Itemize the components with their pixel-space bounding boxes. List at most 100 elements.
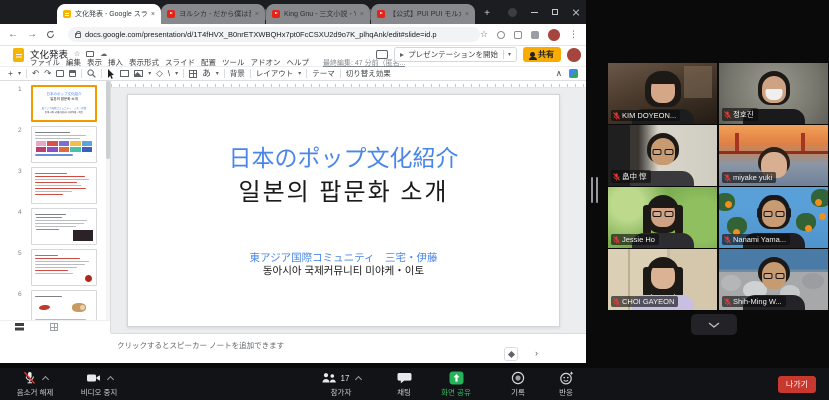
slide-thumbnail-2[interactable] (31, 126, 97, 163)
redo-button[interactable] (44, 69, 51, 78)
address-bar[interactable]: docs.google.com/presentation/d/1T4fHVX_B… (68, 27, 480, 42)
collapse-toolbar-icon[interactable] (556, 69, 562, 78)
print-button[interactable] (56, 70, 64, 77)
extension-icon[interactable] (497, 31, 505, 39)
google-slides-logo-icon[interactable] (13, 48, 24, 62)
undo-button[interactable] (32, 69, 39, 78)
tab-youtube-3[interactable]: 【公式】PUI PUI モルカー 第1話 × (371, 4, 475, 24)
account-avatar[interactable] (567, 48, 581, 62)
insert-shape-button[interactable] (156, 69, 163, 78)
chevron-up-icon[interactable] (355, 376, 362, 383)
participant-tile[interactable]: KIM DOYEON... (608, 63, 717, 124)
slide-thumbnail-4[interactable] (31, 208, 97, 245)
menu-file[interactable]: ファイル (30, 57, 60, 68)
slide-byline-korean[interactable]: 동아시아 국제커뮤니티 미야케・이토 (128, 263, 559, 278)
panel-resize-handle[interactable] (596, 177, 598, 203)
chevron-down-icon[interactable] (508, 51, 511, 58)
layout-chevron-icon[interactable] (298, 70, 301, 77)
participant-tile[interactable]: Shih-Ming W... (719, 249, 828, 310)
menu-view[interactable]: 表示 (87, 57, 102, 68)
text-box-button[interactable] (120, 70, 129, 77)
menu-insert[interactable]: 挿入 (108, 57, 123, 68)
present-display-icon[interactable] (376, 50, 388, 59)
menu-slide[interactable]: スライド (165, 57, 195, 68)
tab-youtube-1[interactable]: ヨルシカ - だから僕は音楽を辞めた × (161, 4, 265, 24)
background-button[interactable]: 背景 (230, 68, 245, 79)
filmstrip-scrollbar[interactable] (106, 81, 110, 333)
participant-tile[interactable]: 정호진 (719, 63, 828, 124)
extension-icon[interactable] (514, 31, 522, 39)
current-slide[interactable]: 日本のポップ文化紹介 일본의 팝문화 소개 東アジア国際コミュニティ 三宅・伊藤… (127, 94, 560, 327)
chevron-right-icon[interactable] (535, 348, 538, 358)
forward-button[interactable] (27, 29, 37, 40)
select-cursor-icon[interactable] (107, 69, 115, 79)
text-style-chevron-icon[interactable] (216, 70, 219, 77)
stop-video-button[interactable]: 비디오 중지 (70, 371, 128, 398)
maximize-button[interactable] (552, 9, 558, 15)
share-button[interactable]: 共有 (523, 47, 561, 62)
close-window-button[interactable] (572, 8, 580, 16)
slide-thumbnail-3[interactable] (31, 167, 97, 204)
slide-thumbnail-1-selected[interactable]: 日本のポップ文化紹介 일본의 팝문화 소개 東アジア国際コミュニティ 三宅・伊藤… (31, 85, 97, 122)
image-chevron-icon[interactable] (148, 70, 151, 77)
side-panel-icon[interactable] (569, 69, 578, 78)
theme-button[interactable]: テーマ (312, 68, 335, 79)
slide-title-korean[interactable]: 일본의 팝문화 소개 (128, 172, 559, 207)
record-button[interactable]: 기록 (498, 371, 538, 398)
insert-image-button[interactable] (134, 70, 143, 77)
new-tab-button[interactable] (480, 7, 494, 21)
transition-button[interactable]: 切り替え効果 (346, 68, 391, 79)
menu-help[interactable]: ヘルプ (287, 57, 310, 68)
collapse-gallery-button[interactable] (691, 314, 737, 335)
menu-format[interactable]: 表示形式 (129, 57, 159, 68)
menu-edit[interactable]: 編集 (66, 57, 81, 68)
participant-tile[interactable]: Jessie Ho (608, 187, 717, 248)
browser-profile-avatar[interactable] (548, 29, 560, 41)
insert-table-button[interactable] (189, 70, 197, 78)
participant-tile-active-speaker[interactable]: miyake yuki (719, 125, 828, 186)
paint-format-button[interactable] (69, 70, 76, 77)
menu-arrange[interactable]: 配置 (201, 57, 216, 68)
new-slide-button[interactable] (8, 69, 13, 78)
participant-tile[interactable]: 畠中 惇 (608, 125, 717, 186)
slide-thumbnail-5[interactable] (31, 249, 97, 286)
text-style-button[interactable] (202, 69, 211, 78)
menu-tools[interactable]: ツール (222, 57, 245, 68)
new-slide-chevron-icon[interactable] (18, 70, 21, 77)
panel-resize-handle[interactable] (591, 177, 593, 203)
bookmark-star-icon[interactable] (480, 29, 488, 40)
chevron-up-icon[interactable] (41, 376, 48, 383)
back-button[interactable] (8, 29, 18, 40)
layout-button[interactable]: レイアウト (256, 68, 294, 79)
reload-button[interactable] (46, 30, 55, 39)
tab-youtube-2[interactable]: King Gnu - 三文小説 - YouTube × (266, 4, 370, 24)
explore-button[interactable] (504, 347, 518, 361)
tab-close-icon[interactable]: × (151, 11, 155, 18)
chevron-up-icon[interactable] (106, 376, 113, 383)
zoom-tool-icon[interactable] (87, 69, 96, 78)
chat-button[interactable]: 채팅 (384, 371, 424, 398)
line-chevron-icon[interactable] (175, 70, 178, 77)
tab-google-slides[interactable]: 文化発表 - Google スライド × (57, 4, 161, 24)
minimize-button[interactable] (531, 12, 538, 13)
tab-close-icon[interactable]: × (360, 11, 364, 18)
present-button[interactable]: プレゼンテーションを開始 (394, 47, 517, 62)
tab-close-icon[interactable]: × (255, 11, 259, 18)
insert-line-button[interactable] (168, 69, 170, 78)
speaker-notes[interactable]: クリックするとスピーカー ノートを追加できます (111, 333, 586, 363)
browser-menu-icon[interactable] (569, 29, 578, 40)
unmute-button[interactable]: 음소거 해제 (6, 371, 64, 398)
tab-close-icon[interactable]: × (465, 11, 469, 18)
reactions-button[interactable]: 반응 (546, 371, 586, 398)
extension-icon[interactable] (531, 31, 539, 39)
participants-button[interactable]: 17 참가자 (310, 371, 372, 398)
filmstrip-view-icon[interactable] (15, 323, 24, 331)
slide-title-japanese[interactable]: 日本のポップ文化紹介 (128, 139, 559, 173)
participant-tile[interactable]: Nanami Yama... (719, 187, 828, 248)
share-screen-button[interactable]: 화면 공유 (430, 371, 482, 398)
leave-meeting-button[interactable]: 나가기 (778, 376, 816, 393)
menu-addons[interactable]: アドオン (251, 57, 281, 68)
profile-dot-icon[interactable] (508, 8, 517, 17)
participant-tile[interactable]: CHOI GAYEON (608, 249, 717, 310)
grid-view-icon[interactable] (50, 323, 58, 331)
